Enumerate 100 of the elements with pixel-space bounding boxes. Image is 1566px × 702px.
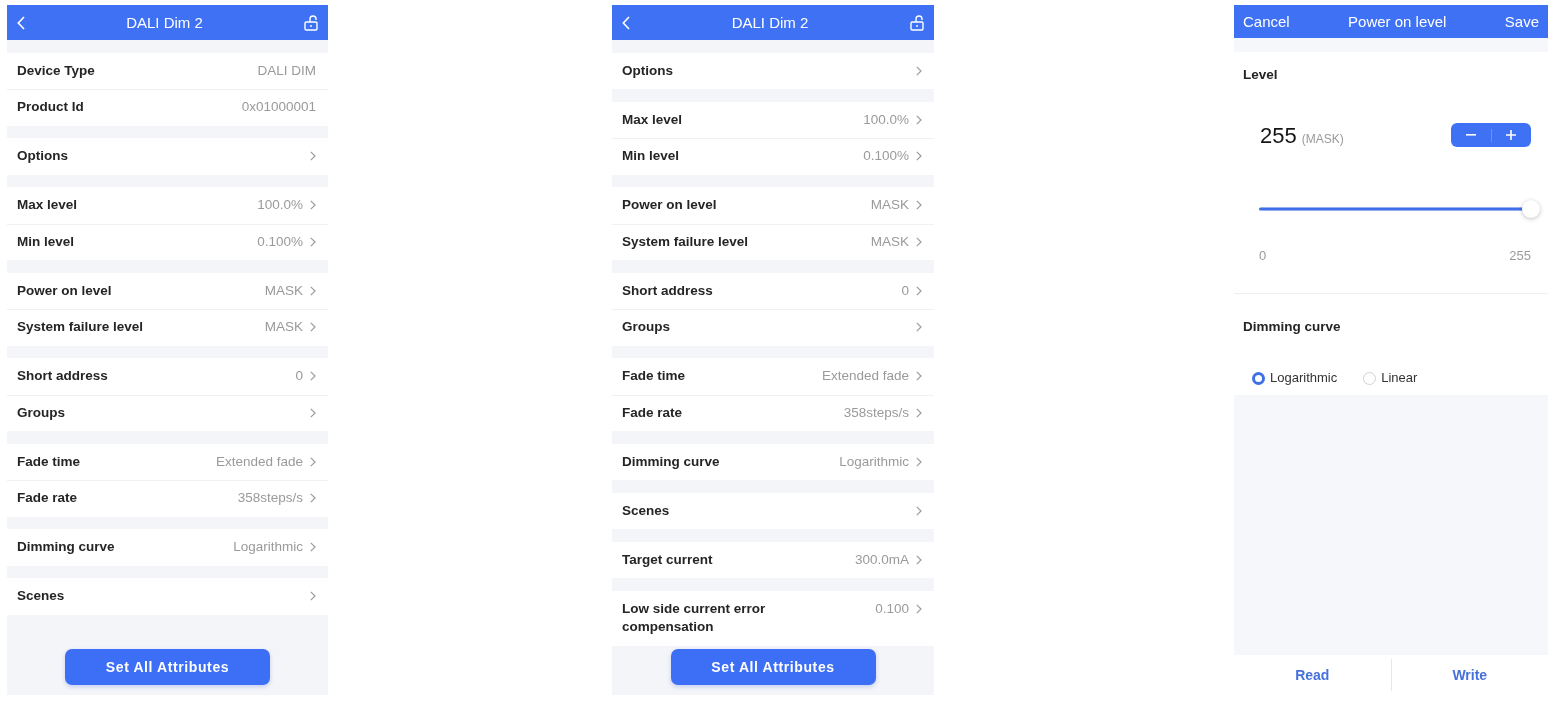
attribute-row[interactable]: Power on level MASK — [612, 187, 934, 224]
attribute-value: DALI DIM — [257, 61, 316, 80]
chevron-right-icon — [916, 65, 922, 76]
attribute-row[interactable]: System failure level MASK — [7, 309, 328, 346]
attribute-row[interactable]: Fade rate 358steps/s — [7, 480, 328, 517]
minus-icon[interactable] — [1465, 134, 1476, 136]
attribute-value: Logarithmic — [233, 538, 303, 556]
attribute-row[interactable]: Low side current error compensation 0.100 — [612, 590, 934, 646]
attribute-row[interactable]: Scenes — [7, 578, 328, 615]
slider-track[interactable] — [1259, 200, 1540, 218]
attribute-row[interactable]: Dimming curve Logarithmic — [612, 443, 934, 480]
attribute-row[interactable]: Min level 0.100% — [612, 138, 934, 175]
save-button[interactable]: Save — [1504, 11, 1539, 32]
attribute-label: Low side current error compensation — [622, 599, 767, 636]
attribute-label: Target current — [622, 550, 713, 569]
attribute-label: Groups — [622, 318, 670, 336]
attribute-value: MASK — [870, 196, 909, 214]
chevron-left-icon[interactable] — [17, 15, 25, 30]
padlock-icon[interactable] — [304, 14, 318, 31]
attribute-value: 0x01000001 — [241, 98, 316, 116]
attribute-label: Power on level — [622, 196, 717, 214]
radio-option[interactable]: Logarithmic — [1252, 368, 1338, 388]
attribute-label: Product Id — [17, 98, 84, 116]
chevron-right-icon — [916, 554, 922, 565]
attribute-value: Logarithmic — [839, 452, 909, 471]
attribute-row[interactable]: Options — [7, 138, 328, 175]
chevron-right-icon — [310, 407, 316, 418]
attribute-value: 0.100% — [863, 147, 909, 165]
action-button[interactable]: Set All Attributes — [670, 649, 876, 685]
attribute-label: Min level — [622, 147, 680, 165]
attribute-row[interactable]: Power on level MASK — [7, 272, 328, 309]
attribute-row[interactable]: Max level 100.0% — [612, 101, 934, 138]
attribute-label: System failure level — [622, 232, 749, 251]
attribute-value: MASK — [264, 318, 303, 336]
chevron-right-icon — [916, 236, 922, 247]
attribute-value: 300.0mA — [854, 550, 909, 569]
attribute-row[interactable]: Fade time Extended fade — [7, 443, 328, 480]
attribute-label: Device Type — [17, 61, 95, 80]
attribute-row[interactable]: Dimming curve Logarithmic — [7, 529, 328, 566]
chevron-right-icon — [310, 493, 316, 504]
attribute-value: 358steps/s — [237, 489, 303, 507]
section-label: Level — [1243, 65, 1278, 84]
attribute-row[interactable]: Min level 0.100% — [7, 223, 328, 260]
attribute-label: Max level — [622, 110, 683, 129]
slider-thumb[interactable] — [1522, 200, 1540, 218]
chevron-right-icon — [916, 505, 922, 516]
attribute-value: 0 — [901, 281, 909, 300]
attribute-label: Power on level — [17, 281, 112, 300]
attribute-row[interactable]: Scenes — [612, 492, 934, 529]
chevron-left-icon[interactable] — [622, 15, 630, 30]
attribute-row[interactable]: System failure level MASK — [612, 223, 934, 260]
attribute-label: Options — [17, 147, 68, 165]
cancel-button[interactable]: Cancel — [1243, 11, 1290, 32]
attribute-value: MASK — [870, 232, 909, 251]
chevron-right-icon — [916, 603, 922, 614]
radio-option[interactable]: Linear — [1363, 368, 1418, 388]
attribute-value: 100.0% — [257, 196, 303, 214]
chevron-right-icon — [310, 151, 316, 162]
attribute-row[interactable]: Max level 100.0% — [7, 187, 328, 224]
screen-title: DALI Dim 2 — [126, 12, 203, 33]
attribute-label: System failure level — [17, 318, 144, 336]
attribute-label: Dimming curve — [622, 452, 720, 471]
padlock-icon[interactable] — [910, 14, 924, 31]
chevron-right-icon — [916, 456, 922, 467]
attribute-label: Fade rate — [17, 489, 78, 507]
attribute-value: Extended fade — [821, 367, 909, 385]
attribute-label: Scenes — [622, 501, 670, 520]
attribute-value: 100.0% — [863, 110, 909, 129]
action-button[interactable]: Set All Attributes — [65, 649, 270, 685]
attribute-row[interactable]: Groups — [612, 309, 934, 346]
attribute-label: Groups — [17, 403, 65, 422]
screen-title: DALI Dim 2 — [731, 12, 809, 33]
chevron-right-icon — [916, 114, 922, 125]
attribute-value: 0.100% — [257, 232, 303, 251]
attribute-row[interactable]: Fade rate 358steps/s — [612, 394, 934, 431]
attribute-label: Max level — [17, 196, 78, 214]
attribute-label: Fade time — [622, 367, 686, 385]
section-label: Dimming curve — [1243, 318, 1341, 337]
attribute-value: Extended fade — [215, 452, 303, 471]
plus-icon[interactable] — [1506, 130, 1517, 140]
footer-button[interactable]: Write — [1391, 655, 1548, 695]
chevron-right-icon — [916, 322, 922, 333]
attribute-row[interactable]: Short address 0 — [612, 272, 934, 309]
attribute-row[interactable]: Options — [612, 52, 934, 89]
chevron-right-icon — [916, 285, 922, 296]
range-min-label: 0 — [1259, 247, 1267, 266]
attribute-value: 358steps/s — [843, 403, 909, 422]
attribute-row[interactable]: Target current 300.0mA — [612, 541, 934, 578]
attribute-label: Scenes — [17, 587, 65, 605]
chevron-right-icon — [310, 322, 316, 333]
attribute-row[interactable]: Groups — [7, 394, 328, 431]
attribute-label: Dimming curve — [17, 538, 115, 556]
attribute-row[interactable]: Short address 0 — [7, 358, 328, 395]
attribute-label: Fade time — [17, 452, 81, 471]
chevron-right-icon — [310, 371, 316, 382]
chevron-right-icon — [310, 236, 316, 247]
footer-button[interactable]: Read — [1234, 655, 1391, 695]
chevron-right-icon — [310, 200, 316, 211]
level-note: (MASK) — [1301, 130, 1344, 148]
attribute-row[interactable]: Fade time Extended fade — [612, 358, 934, 395]
